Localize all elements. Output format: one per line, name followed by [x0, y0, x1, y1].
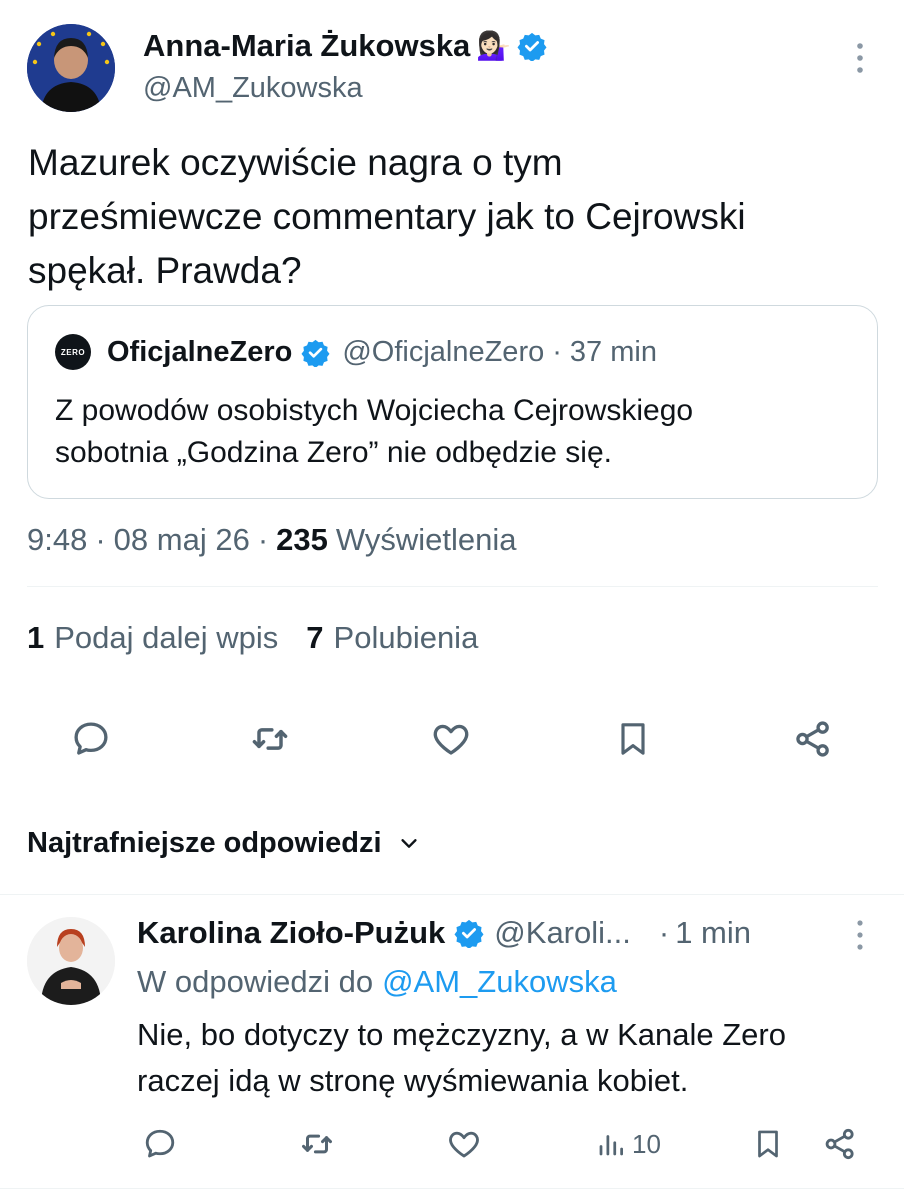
- like-button[interactable]: [428, 716, 474, 762]
- reply-text-line: raczej idą w stronę wyśmiewania kobiet.: [137, 1063, 689, 1098]
- reply-author-name[interactable]: Karolina Zioło-Pużuk: [137, 915, 445, 951]
- divider: [0, 894, 904, 895]
- quoted-text: Z powodów osobistych Wojciecha Cejrowski…: [55, 390, 865, 474]
- reply-share-button[interactable]: [820, 1124, 860, 1164]
- verified-badge-icon: [517, 32, 547, 61]
- replies-sort-label: Najtrafniejsze odpowiedzi: [27, 826, 382, 859]
- separator-dot: ·: [257, 522, 269, 557]
- quoted-author-name[interactable]: OficjalneZero: [107, 336, 292, 369]
- more-options-icon[interactable]: [850, 918, 870, 952]
- repost-button[interactable]: [247, 716, 293, 762]
- quoted-avatar-logo: ZERO: [60, 347, 86, 357]
- analytics-icon: [599, 1135, 623, 1156]
- reply-button[interactable]: [68, 716, 114, 762]
- tweet-date[interactable]: 08 maj 26: [114, 522, 250, 558]
- quoted-author-handle[interactable]: @OficjalneZero: [342, 336, 544, 369]
- reply-to-handle-link[interactable]: @AM_Zukowska: [382, 964, 617, 1000]
- reply-icon: [74, 722, 108, 755]
- verified-badge-icon: [301, 339, 330, 367]
- reply-repost-button[interactable]: [297, 1124, 337, 1164]
- tweet-meta: 9:48 · 08 maj 26 · 235 Wyświetlenia: [27, 520, 517, 560]
- emoji-icon: 💁🏻‍♀️: [476, 30, 512, 61]
- reply-reply-button[interactable]: [140, 1124, 180, 1164]
- likes-count[interactable]: 7: [306, 620, 323, 656]
- reposts-label[interactable]: Podaj dalej wpis: [54, 620, 278, 656]
- author-name[interactable]: Anna-Maria Żukowska: [143, 28, 470, 64]
- reply-bookmark-button[interactable]: [748, 1124, 788, 1164]
- bookmark-button[interactable]: [610, 716, 656, 762]
- tweet-text-line: Mazurek oczywiście nagra o tym: [28, 142, 563, 183]
- tweet-text: Mazurek oczywiście nagra o tym prześmiew…: [28, 136, 888, 298]
- tweet-text-line: prześmiewcze commentary jak to Cejrowski: [28, 196, 746, 237]
- reply-like-button[interactable]: [444, 1124, 484, 1164]
- tweet-time[interactable]: 9:48: [27, 522, 87, 558]
- author-name-row: Anna-Maria Żukowska 💁🏻‍♀️: [143, 26, 547, 66]
- tweet-text-line: spękał. Prawda?: [28, 250, 302, 291]
- views-count: 235: [276, 522, 328, 557]
- separator-dot: ·: [552, 335, 562, 368]
- quoted-tweet-card[interactable]: ZERO OficjalneZero @OficjalneZero · 37 m…: [27, 305, 878, 499]
- share-icon: [825, 1128, 854, 1160]
- views-label[interactable]: Wyświetlenia: [336, 522, 517, 558]
- reply-header: Karolina Zioło-Pużuk @Karoli... · 1 min: [137, 913, 827, 953]
- quoted-header: ZERO OficjalneZero @OficjalneZero · 37 m…: [55, 334, 657, 370]
- repost-icon: [302, 1134, 332, 1154]
- reply-author-handle[interactable]: @Karoli...: [494, 915, 631, 951]
- reply-text: Nie, bo dotyczy to mężczyzny, a w Kanale…: [137, 1012, 887, 1104]
- bookmark-icon: [758, 1130, 778, 1158]
- more-options-icon[interactable]: [850, 40, 870, 76]
- replies-sort-dropdown[interactable]: Najtrafniejsze odpowiedzi: [27, 822, 420, 864]
- reply-author-avatar[interactable]: [27, 917, 115, 1005]
- reposts-count[interactable]: 1: [27, 620, 44, 656]
- reply-timestamp[interactable]: 1 min: [675, 915, 751, 951]
- verified-badge-icon: [454, 919, 484, 948]
- quoted-timestamp[interactable]: 37 min: [570, 336, 657, 369]
- repost-icon: [252, 728, 288, 750]
- separator-dot: ·: [658, 915, 670, 950]
- reply-views-button[interactable]: 10: [596, 1124, 661, 1164]
- engagement-stats: 1 Podaj dalej wpis 7 Polubienia: [27, 618, 478, 658]
- heart-icon: [433, 724, 469, 755]
- reply-to-line: W odpowiedzi do @AM_Zukowska: [137, 962, 617, 1002]
- quoted-avatar[interactable]: ZERO: [55, 334, 91, 370]
- share-icon: [796, 721, 829, 757]
- likes-label[interactable]: Polubienia: [334, 620, 479, 656]
- reply-text-line: Nie, bo dotyczy to mężczyzny, a w Kanale…: [137, 1017, 786, 1052]
- heart-icon: [449, 1131, 479, 1158]
- divider: [27, 586, 878, 587]
- divider: [0, 1188, 904, 1189]
- share-button[interactable]: [790, 716, 836, 762]
- quoted-text-line: sobotnia „Godzina Zero” nie odbędzie się…: [55, 436, 612, 469]
- reply-icon: [145, 1129, 175, 1158]
- separator-dot: ·: [95, 522, 106, 557]
- reply-to-prefix: W odpowiedzi do: [137, 964, 374, 999]
- author-avatar[interactable]: [27, 24, 115, 112]
- quoted-text-line: Z powodów osobistych Wojciecha Cejrowski…: [55, 394, 694, 427]
- author-handle[interactable]: @AM_Zukowska: [143, 72, 363, 105]
- bookmark-icon: [621, 723, 645, 755]
- chevron-down-icon: [400, 839, 417, 848]
- reply-views-count: 10: [632, 1128, 661, 1159]
